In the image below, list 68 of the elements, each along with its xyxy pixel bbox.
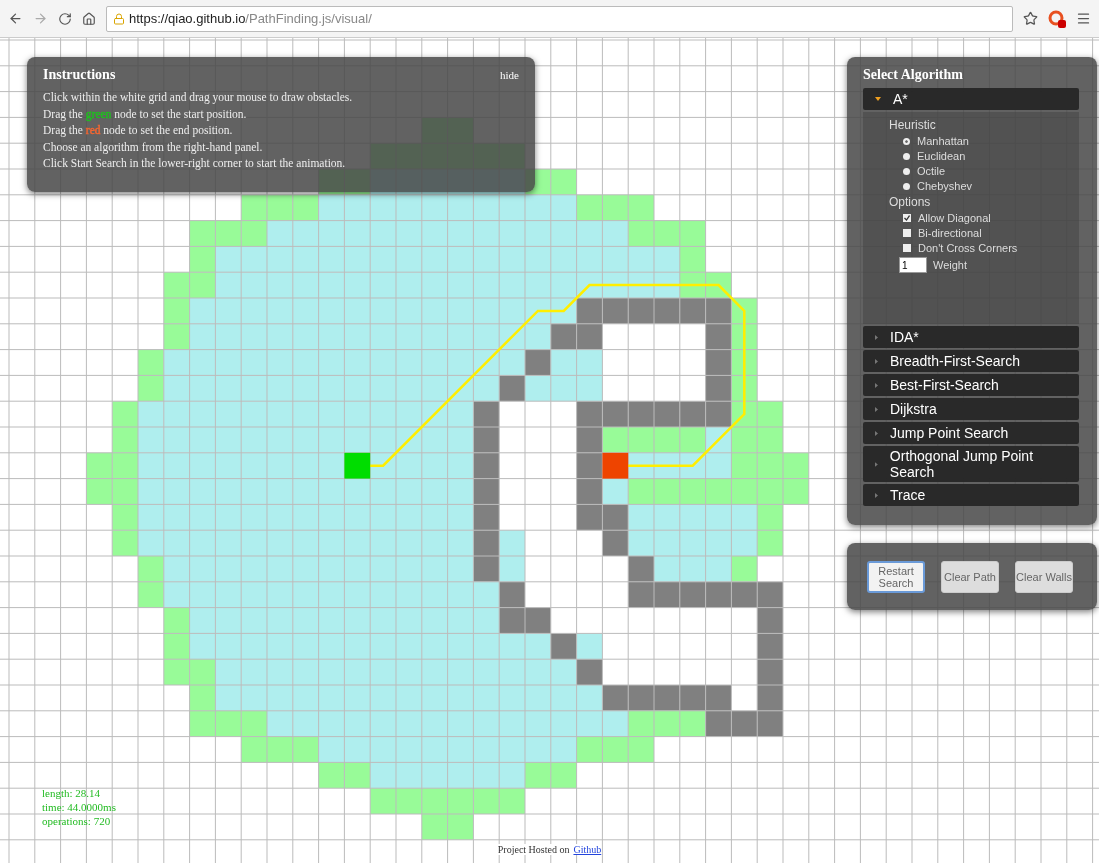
instruction-text: Click Start Search in the lower-right corner to start the animation. [43, 156, 347, 172]
instruction-text: Choose an algorithm from the right-hand panel. [43, 139, 264, 155]
heuristic-label: Heuristic [889, 118, 937, 132]
algorithm-name: Jump Point Search [890, 425, 1009, 441]
algorithm-name: Breadth-First-Search [890, 353, 1020, 369]
github-link[interactable]: Github [573, 844, 602, 855]
caret-right-icon [875, 406, 878, 412]
checkbox-label: Don't Cross Corners [918, 242, 1018, 254]
radio-label: Octile [917, 165, 946, 177]
footer-text: Project Hosted on [497, 844, 570, 855]
radio-label: Manhattan [917, 135, 969, 147]
lock-icon [113, 12, 125, 25]
instruction-text: Drag the red node to set the end position. [43, 123, 234, 139]
algorithm-header[interactable]: IDA* [863, 326, 1079, 348]
radio-button[interactable] [903, 152, 910, 160]
checkbox-label: Allow Diagonal [918, 212, 991, 224]
back-icon[interactable] [8, 11, 23, 26]
radio-button[interactable] [903, 137, 910, 145]
extension-icon[interactable] [1048, 9, 1066, 28]
radio-button[interactable] [903, 182, 910, 190]
caret-right-icon [875, 334, 878, 340]
radio-label: Chebyshev [917, 180, 973, 192]
checkbox[interactable] [903, 244, 911, 252]
weight-label: Weight [933, 259, 968, 271]
start-node[interactable] [344, 452, 371, 479]
options-label: Options [889, 195, 932, 209]
algorithm-header[interactable]: Dijkstra [863, 398, 1079, 420]
hide-link[interactable]: hide [500, 69, 519, 81]
stat-text: length: 28.14 [42, 786, 102, 800]
caret-right-icon [875, 382, 878, 388]
algorithm-header[interactable]: A* [863, 88, 1079, 110]
caret-down-icon [875, 97, 881, 101]
algorithm-name: Best-First-Search [890, 377, 999, 393]
caret-right-icon [875, 430, 878, 436]
algorithm-header[interactable]: Orthogonal Jump Point Search [863, 446, 1079, 482]
radio-label: Euclidean [917, 150, 966, 162]
address-bar[interactable]: https://qiao.github.io/PathFinding.js/visual/ [106, 5, 1013, 32]
instruction-text: Click within the white grid and drag your mouse to draw obstacles. [43, 90, 354, 106]
algorithm-header[interactable]: Jump Point Search [863, 422, 1079, 444]
instruction-text: Drag the green node to set the start position. [43, 106, 248, 122]
radio-button[interactable] [903, 167, 910, 175]
home-icon[interactable] [82, 11, 96, 26]
algorithm-header[interactable]: Trace [863, 484, 1079, 506]
algorithm-name: Orthogonal Jump Point Search [889, 448, 1035, 480]
checkbox[interactable] [903, 229, 911, 237]
reload-icon[interactable] [58, 11, 72, 26]
algorithm-header[interactable]: Best-First-Search [863, 374, 1079, 396]
weight-field[interactable]: 1 [899, 257, 927, 273]
panel-title: Select Algorithm [863, 67, 964, 83]
control-button[interactable]: Clear Path [941, 560, 999, 593]
star-icon[interactable] [1023, 11, 1038, 26]
control-button[interactable]: Restart Search [867, 560, 925, 593]
caret-right-icon [875, 492, 878, 498]
checkbox[interactable] [903, 214, 911, 222]
caret-right-icon [875, 358, 878, 364]
end-node[interactable] [602, 452, 629, 479]
control-button[interactable]: Clear Walls [1015, 560, 1073, 593]
algorithm-name: A* [893, 91, 908, 107]
caret-right-icon [875, 461, 878, 467]
checkbox-label: Bi-directional [918, 227, 982, 239]
algorithm-header[interactable]: Breadth-First-Search [863, 350, 1079, 372]
algorithm-name: Dijkstra [890, 401, 937, 417]
stat-text: operations: 720 [42, 814, 112, 828]
algorithm-name: Trace [890, 487, 926, 503]
instructions-title: Instructions [43, 67, 116, 83]
stat-text: time: 44.0000ms [42, 800, 116, 814]
algorithm-name: IDA* [890, 329, 919, 345]
menu-icon[interactable] [1076, 11, 1091, 26]
